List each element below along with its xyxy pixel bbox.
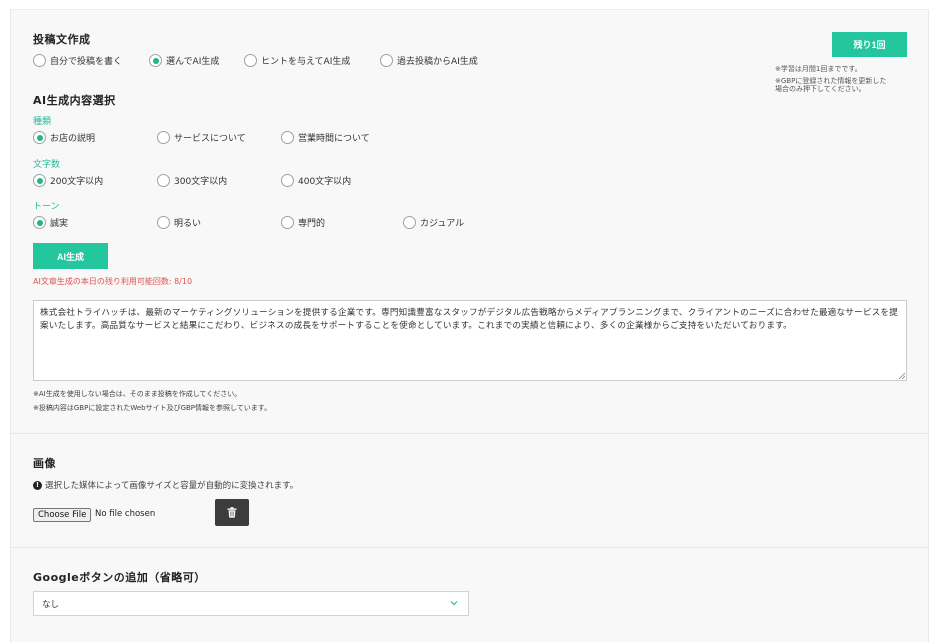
mode-label: 選んでAI生成 — [166, 57, 220, 67]
length-option-label: 200文字以内 — [50, 177, 104, 187]
tone-radio-expert[interactable]: 専門的 — [281, 216, 325, 229]
length-radio-400[interactable]: 400文字以内 — [281, 174, 351, 187]
delete-image-button[interactable] — [215, 499, 249, 526]
radio-circle — [281, 131, 294, 144]
radio-circle-selected — [33, 131, 46, 144]
kind-option-label: サービスについて — [174, 134, 246, 144]
kind-radio-hours[interactable]: 営業時間について — [281, 131, 370, 144]
length-label: 文字数 — [33, 160, 61, 170]
kind-option-label: お店の説明 — [50, 134, 96, 144]
radio-circle — [403, 216, 416, 229]
tone-label: トーン — [33, 202, 60, 212]
reference-note: ※投稿内容はGBPに設定されたWebサイト及びGBP情報を参照しています。 — [33, 404, 272, 412]
tone-option-label: 明るい — [174, 219, 202, 229]
mode-radio-hint-ai[interactable]: ヒントを与えてAI生成 — [244, 54, 350, 67]
kind-label: 種類 — [33, 117, 52, 127]
info-icon: ! — [33, 480, 42, 490]
length-option-label: 400文字以内 — [298, 177, 352, 187]
choose-file-button[interactable]: Choose File — [33, 508, 92, 522]
section-divider — [11, 433, 928, 434]
learn-limit-note: ※学習は月間1回までです。 — [775, 65, 862, 73]
ai-generate-button[interactable]: AI生成 — [33, 243, 108, 269]
remaining-learn-button[interactable]: 残り1回 — [832, 32, 907, 57]
mode-label: 自分で投稿を書く — [50, 57, 123, 67]
radio-circle — [157, 174, 170, 187]
file-status: No file chosen — [95, 509, 156, 519]
resize-grip-icon[interactable] — [898, 372, 905, 379]
radio-circle — [157, 216, 170, 229]
radio-circle — [380, 54, 393, 67]
kind-radio-shop[interactable]: お店の説明 — [33, 131, 95, 144]
length-radio-300[interactable]: 300文字以内 — [157, 174, 227, 187]
radio-circle-selected — [33, 216, 46, 229]
mode-radio-past-ai[interactable]: 過去投稿からAI生成 — [380, 54, 478, 67]
image-info-text: 選択した媒体によって画像サイズと容量が自動的に変換されます。 — [45, 481, 299, 491]
tone-radio-bright[interactable]: 明るい — [157, 216, 201, 229]
mode-label: 過去投稿からAI生成 — [397, 57, 478, 67]
trash-icon — [227, 507, 237, 518]
image-info: ! 選択した媒体によって画像サイズと容量が自動的に変換されます。 — [33, 479, 298, 491]
radio-circle — [244, 54, 257, 67]
image-section-title: 画像 — [33, 457, 56, 470]
radio-circle — [281, 216, 294, 229]
radio-circle — [157, 131, 170, 144]
radio-circle — [281, 174, 294, 187]
radio-circle — [33, 54, 46, 67]
tone-option-label: カジュアル — [420, 219, 465, 229]
no-ai-note: ※AI生成を使用しない場合は、そのまま投稿を作成してください。 — [33, 390, 242, 398]
google-button-select[interactable]: なし — [33, 591, 469, 616]
google-button-title: Googleボタンの追加（省略可） — [33, 571, 206, 584]
ai-selection-title: AI生成内容選択 — [33, 94, 116, 107]
length-radio-200[interactable]: 200文字以内 — [33, 174, 103, 187]
radio-circle-selected — [33, 174, 46, 187]
tone-option-label: 誠実 — [50, 219, 69, 229]
mode-radio-manual[interactable]: 自分で投稿を書く — [33, 54, 122, 67]
post-creation-title: 投稿文作成 — [33, 33, 91, 46]
section-divider — [11, 547, 928, 548]
kind-option-label: 営業時間について — [298, 134, 370, 144]
select-value: なし — [42, 599, 60, 610]
gbp-update-note-2: 場合のみ押下してください。 — [775, 85, 866, 93]
ai-usage-note: AI文章生成の本日の残り利用可能回数: 8/10 — [33, 277, 193, 286]
mode-label: ヒントを与えてAI生成 — [261, 57, 351, 67]
tone-radio-casual[interactable]: カジュアル — [403, 216, 464, 229]
kind-radio-service[interactable]: サービスについて — [157, 131, 246, 144]
chevron-down-icon — [450, 601, 458, 606]
tone-option-label: 専門的 — [298, 219, 326, 229]
mode-radio-select-ai[interactable]: 選んでAI生成 — [149, 54, 219, 67]
top-strip — [10, 0, 929, 10]
radio-circle-selected — [149, 54, 162, 67]
tone-radio-sincere[interactable]: 誠実 — [33, 216, 68, 229]
length-option-label: 300文字以内 — [174, 177, 228, 187]
post-text-area[interactable]: 株式会社トライハッチは、最新のマーケティングソリューションを提供する企業です。専… — [33, 300, 907, 381]
